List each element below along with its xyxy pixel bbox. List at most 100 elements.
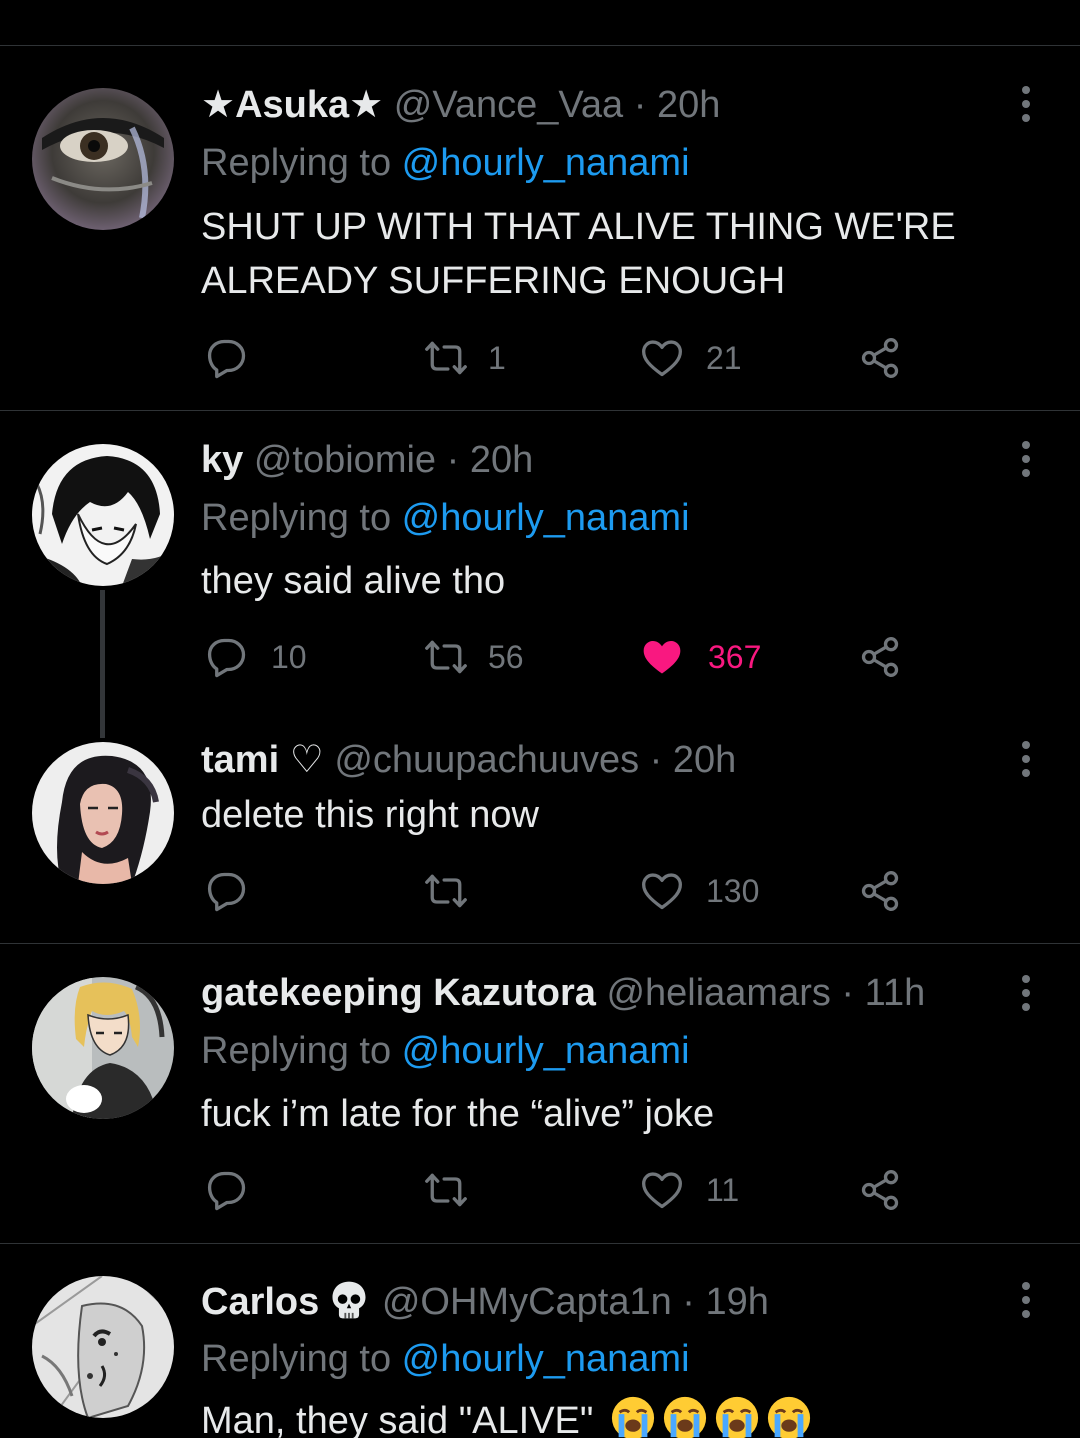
more-vertical-icon[interactable] (1012, 1282, 1040, 1322)
retweet-count: 56 (488, 638, 524, 675)
handle[interactable]: @OHMyCapta1n (382, 1281, 672, 1323)
display-name[interactable]: Carlos (201, 1281, 319, 1323)
avatar-image (32, 444, 174, 586)
avatar[interactable] (32, 444, 174, 586)
retweet-count: 1 (488, 339, 506, 376)
display-name[interactable]: tami ♡ (201, 739, 324, 781)
timestamp[interactable]: 11h (865, 972, 926, 1014)
share-button[interactable] (858, 635, 902, 679)
like-button[interactable]: 11 (640, 1168, 739, 1212)
more-vertical-icon[interactable] (1012, 441, 1040, 481)
skull-emoji (332, 1281, 366, 1319)
avatar[interactable] (32, 742, 174, 884)
avatar-image (32, 977, 174, 1119)
replying-to: Replying to @hourly_nanami (201, 140, 690, 186)
tweet-header: ky @tobiomie · 20h (201, 437, 533, 483)
retweet-icon (425, 1173, 467, 1207)
share-icon (861, 871, 899, 911)
avatar[interactable] (32, 977, 174, 1119)
divider (0, 45, 1080, 46)
reply-timeline: ★Asuka★ @Vance_Vaa · 20h Replying to @ho… (0, 0, 1080, 1438)
retweet-button[interactable] (424, 1168, 490, 1212)
avatar-image (32, 88, 174, 230)
tweet-text: they said alive tho (201, 560, 506, 602)
like-button[interactable]: 21 (640, 336, 742, 380)
like-button[interactable]: 367 (640, 635, 761, 679)
replying-to-label: Replying to (201, 1030, 402, 1072)
tweet-text: fuck i’m late for the “alive” joke (201, 1093, 715, 1135)
timestamp[interactable]: 20h (470, 439, 533, 481)
heart-icon (642, 1172, 682, 1209)
loudly-crying-face-emoji (663, 1396, 707, 1438)
share-icon (861, 338, 899, 378)
reply-bubble-icon (207, 638, 246, 678)
reply-button[interactable]: 10 (205, 635, 307, 679)
tweet-header: ★Asuka★ @Vance_Vaa · 20h (201, 82, 720, 128)
retweet-button[interactable] (424, 869, 490, 913)
avatar[interactable] (32, 1276, 174, 1418)
reply-button[interactable] (205, 869, 271, 913)
avatar-image (32, 742, 174, 884)
reply-button[interactable] (205, 336, 271, 380)
reply-button[interactable] (205, 1168, 271, 1212)
more-vertical-icon[interactable] (1012, 741, 1040, 781)
avatar-image (32, 1276, 174, 1418)
handle[interactable]: @chuupachuuves (334, 739, 639, 781)
timestamp[interactable]: 19h (706, 1281, 769, 1323)
replying-to: Replying to @hourly_nanami (201, 1336, 690, 1382)
more-vertical-icon[interactable] (1012, 975, 1040, 1015)
like-count: 21 (706, 339, 742, 376)
tweet-header: Carlos @OHMyCapta1n · 19h (201, 1278, 769, 1325)
retweet-button[interactable]: 1 (424, 336, 506, 380)
timestamp[interactable]: 20h (673, 739, 736, 781)
replying-to: Replying to @hourly_nanami (201, 1028, 690, 1074)
share-icon (861, 1170, 899, 1210)
divider (0, 1243, 1080, 1244)
heart-icon (643, 641, 681, 674)
share-button[interactable] (858, 869, 902, 913)
heart-icon (642, 340, 682, 377)
timestamp[interactable]: 20h (657, 84, 720, 126)
avatar[interactable] (32, 88, 174, 230)
share-button[interactable] (858, 1168, 902, 1212)
tweet-text-row: Man, they said "ALIVE" (201, 1394, 1031, 1438)
replying-to-mention[interactable]: @hourly_nanami (402, 1030, 690, 1072)
replying-to: Replying to @hourly_nanami (201, 495, 690, 541)
separator: · (830, 972, 865, 1014)
separator: · (436, 439, 470, 481)
tweet-text: SHUT UP WITH THAT ALIVE THING WE'RE ALRE… (201, 206, 956, 302)
reply-bubble-icon (207, 1171, 246, 1211)
loudly-crying-face-emoji (767, 1396, 811, 1438)
separator: · (671, 1281, 706, 1323)
replying-to-label: Replying to (201, 142, 402, 184)
replying-to-label: Replying to (201, 497, 402, 539)
handle[interactable]: @tobiomie (254, 439, 436, 481)
thread-connector (100, 590, 105, 738)
display-name[interactable]: ★Asuka★ (201, 84, 383, 126)
like-count: 11 (706, 1171, 740, 1208)
separator: · (639, 739, 673, 781)
loudly-crying-face-emoji (715, 1396, 759, 1438)
tweet-header: gatekeeping Kazutora @heliaamars · 11h (201, 970, 925, 1016)
handle[interactable]: @heliaamars (606, 972, 830, 1014)
handle[interactable]: @Vance_Vaa (394, 84, 623, 126)
replying-to-mention[interactable]: @hourly_nanami (402, 497, 690, 539)
share-button[interactable] (858, 336, 902, 380)
replying-to-label: Replying to (201, 1338, 402, 1380)
like-count: 367 (708, 638, 762, 675)
tweet-text: delete this right now (201, 794, 539, 836)
display-name[interactable]: ky (201, 439, 243, 481)
retweet-icon (425, 640, 467, 674)
loudly-crying-face-emoji (611, 1396, 655, 1438)
replying-to-mention[interactable]: @hourly_nanami (402, 142, 690, 184)
share-icon (861, 637, 899, 677)
reply-count: 10 (271, 638, 307, 675)
divider (0, 410, 1080, 411)
retweet-button[interactable]: 56 (424, 635, 524, 679)
like-button[interactable]: 130 (640, 869, 759, 913)
display-name[interactable]: gatekeeping Kazutora (201, 972, 596, 1014)
more-vertical-icon[interactable] (1012, 86, 1040, 126)
replying-to-mention[interactable]: @hourly_nanami (402, 1338, 690, 1380)
tweet-text: Man, they said "ALIVE" (201, 1400, 594, 1438)
retweet-icon (425, 341, 467, 375)
